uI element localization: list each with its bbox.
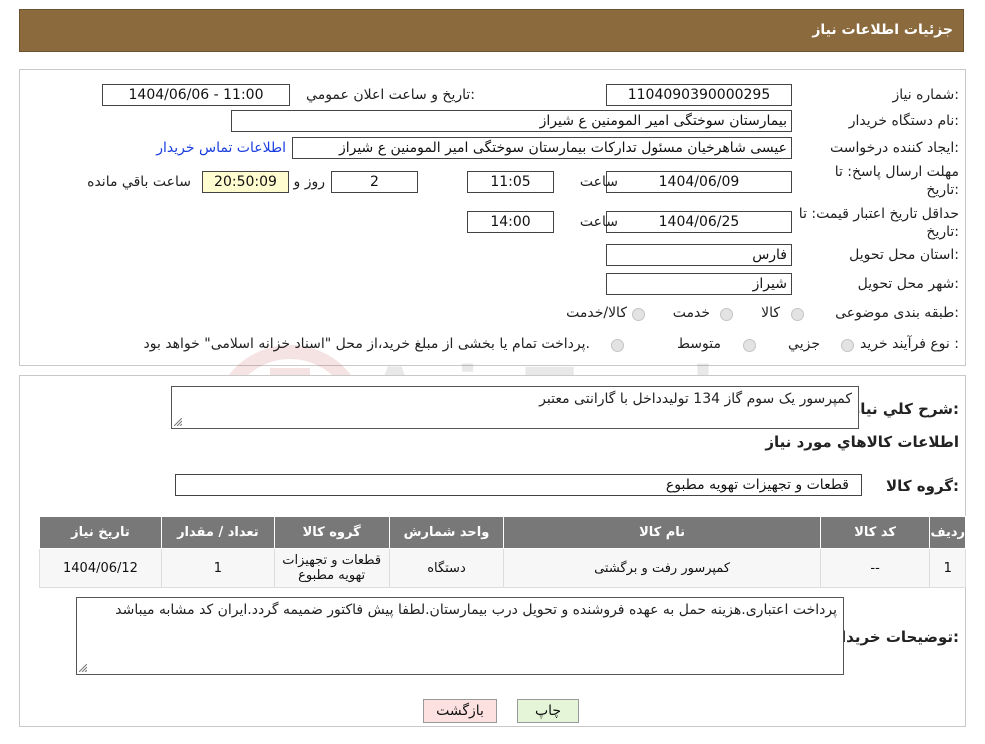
resize-grip-icon[interactable] bbox=[174, 418, 182, 426]
category-label: طبقه بندی موضوعی: bbox=[835, 305, 959, 321]
province-label: استان محل تحویل: bbox=[849, 247, 959, 263]
province-field: فارس bbox=[606, 244, 792, 266]
col-header-unit: واحد شمارش bbox=[388, 516, 505, 549]
category-radio-goods-service[interactable] bbox=[632, 308, 645, 321]
table-header-row: ردیف کد کالا نام کالا واحد شمارش گروه کا… bbox=[39, 516, 966, 549]
back-button[interactable]: بازگشت bbox=[423, 699, 497, 723]
category-option-service: خدمت bbox=[672, 305, 710, 321]
remaining-time-field: 20:50:09 bbox=[202, 171, 289, 193]
buyer-notes-textarea[interactable]: پرداخت اعتباری.هزینه حمل به عهده فروشنده… bbox=[76, 597, 844, 675]
city-field: شیراز bbox=[606, 273, 792, 295]
cell-item-name: کمپرسور رفت و برگشتی bbox=[503, 548, 821, 588]
need-number-label: شماره نیاز: bbox=[892, 87, 959, 103]
resize-grip-icon[interactable] bbox=[79, 664, 87, 672]
price-validity-date-field: 1404/06/25 bbox=[606, 211, 792, 233]
purchase-type-label: نوع فرآیند خرید : bbox=[860, 336, 959, 352]
remaining-time-label: ساعت باقي مانده bbox=[87, 174, 191, 190]
buyer-org-label: نام دستگاه خریدار: bbox=[848, 113, 959, 129]
response-deadline-label-1: مهلت ارسال پاسخ: تا bbox=[834, 164, 959, 180]
response-deadline-label-2: تاریخ: bbox=[926, 182, 959, 198]
page-title: جزئیات اطلاعات نیاز bbox=[812, 22, 953, 38]
col-header-group: گروه کالا bbox=[273, 516, 390, 549]
remaining-days-field: 2 bbox=[331, 171, 418, 193]
response-time-field: 11:05 bbox=[467, 171, 554, 193]
general-desc-label: شرح کلي نیاز: bbox=[851, 400, 959, 418]
buyer-contact-link[interactable]: اطلاعات تماس خریدار bbox=[156, 140, 286, 156]
category-option-goods-service: کالا/خدمت bbox=[566, 305, 627, 321]
col-header-row-number: ردیف bbox=[929, 516, 966, 549]
purchase-type-radio-treasury[interactable] bbox=[611, 339, 624, 352]
col-header-item-code: کد کالا bbox=[819, 516, 931, 549]
purchase-type-radio-medium[interactable] bbox=[743, 339, 756, 352]
goods-info-title: اطلاعات کالاهاي مورد نیاز bbox=[765, 433, 959, 451]
buyer-notes-label: توضیحات خریدار: bbox=[832, 628, 959, 646]
days-label: روز و bbox=[293, 174, 326, 190]
need-info-panel: AriaTender.neT شماره نیاز: 1104090390000… bbox=[19, 69, 966, 451]
table-row: 1 -- کمپرسور رفت و برگشتی دستگاه قطعات و… bbox=[39, 548, 966, 588]
price-validity-time-field: 14:00 bbox=[467, 211, 554, 233]
cell-unit: دستگاه bbox=[388, 548, 505, 588]
goods-group-label: گروه کالا: bbox=[886, 477, 959, 495]
col-header-item-name: نام کالا bbox=[503, 516, 821, 549]
price-validity-time-label: ساعت bbox=[579, 214, 618, 230]
buyer-org-field: بیمارستان سوختگی امیر المومنین ع شیراز bbox=[231, 110, 792, 132]
response-date-field: 1404/06/09 bbox=[606, 171, 792, 193]
purchase-type-option-minor: جزيي bbox=[788, 336, 820, 352]
print-button[interactable]: چاپ bbox=[517, 699, 579, 723]
general-desc-textarea[interactable]: کمپرسور یک سوم گاز 134 تولیدداخل با گارا… bbox=[171, 386, 859, 429]
col-header-quantity: تعداد / مقدار bbox=[160, 516, 275, 549]
purchase-type-radio-minor[interactable] bbox=[841, 339, 854, 352]
category-radio-goods[interactable] bbox=[791, 308, 804, 321]
announce-field: 1404/06/06 - 11:00 bbox=[102, 84, 290, 106]
need-number-field: 1104090390000295 bbox=[606, 84, 792, 106]
cell-item-code: -- bbox=[819, 548, 931, 588]
category-option-goods: کالا bbox=[761, 305, 780, 321]
price-validity-label-1: حداقل تاریخ اعتبار قیمت: تا bbox=[798, 206, 959, 222]
goods-group-field: قطعات و تجهیزات تهویه مطبوع bbox=[175, 474, 862, 496]
goods-panel: شرح کلي نیاز: کمپرسور یک سوم گاز 134 تول… bbox=[19, 375, 966, 727]
requester-field: عیسی شاهرخیان مسئول تدارکات بیمارستان سو… bbox=[292, 137, 792, 159]
cell-quantity: 1 bbox=[160, 548, 275, 588]
purchase-type-note: پرداخت تمام یا بخشی از مبلغ خرید،از محل … bbox=[143, 336, 590, 352]
purchase-type-option-medium: متوسط bbox=[677, 336, 721, 352]
page-header: جزئیات اطلاعات نیاز bbox=[19, 9, 964, 52]
response-time-label: ساعت bbox=[579, 174, 618, 190]
announce-label: تاریخ و ساعت اعلان عمومي: bbox=[306, 87, 475, 103]
col-header-need-date: تاریخ نیاز bbox=[39, 516, 162, 549]
cell-group: قطعات و تجهیزات تهویه مطبوع bbox=[273, 548, 390, 588]
price-validity-label-2: تاریخ: bbox=[926, 224, 959, 240]
goods-table: ردیف کد کالا نام کالا واحد شمارش گروه کا… bbox=[39, 516, 966, 588]
cell-need-date: 1404/06/12 bbox=[39, 548, 162, 588]
city-label: شهر محل تحویل: bbox=[857, 276, 959, 292]
category-radio-service[interactable] bbox=[720, 308, 733, 321]
cell-row-number: 1 bbox=[929, 548, 966, 588]
requester-label: ایجاد کننده درخواست: bbox=[830, 140, 959, 156]
